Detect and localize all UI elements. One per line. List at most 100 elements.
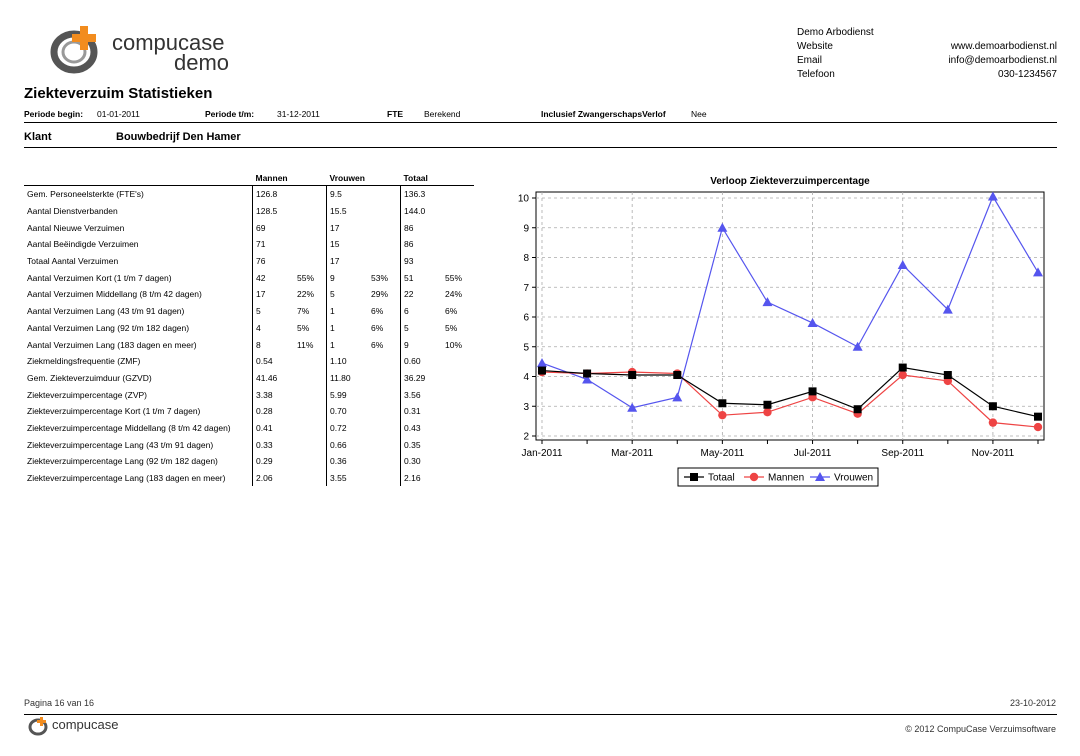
x-tick-label: Sep-2011 [881,448,924,459]
cell-v: 11.80 [326,369,368,387]
cell-t: 86 [400,236,442,253]
klant-name: Bouwbedrijf Den Hamer [116,131,241,143]
data-point-vrouwen [717,222,728,232]
divider-klant [24,147,1057,148]
cell-t: 2.16 [400,469,442,487]
cell-mp [294,436,327,453]
statistics-table: Mannen Vrouwen Totaal Gem. Personeelster… [24,171,474,487]
cell-m: 69 [252,219,294,237]
cell-vp [368,353,401,370]
y-tick-label: 8 [523,253,529,264]
cell-v: 17 [326,219,368,237]
cell-m: 42 [252,269,294,287]
cell-tp [442,236,474,253]
cell-vp: 6% [371,306,384,317]
footer-date: 23-10-2012 [1009,698,1056,708]
cell-v: 1.10 [326,352,368,370]
cell-m: 4 [252,319,294,337]
header-mannen: Mannen [255,173,288,183]
cell-mp: 5% [297,322,310,333]
website-value[interactable]: www.demoarbodienst.nl [951,40,1057,54]
cell-m: 126.8 [252,185,294,203]
cell-v: 0.36 [326,453,368,470]
cell-mp [294,219,327,236]
zwangerschapsverlof-value: Nee [691,109,707,119]
row-label: Aantal Verzuimen Lang (183 dagen en meer… [27,339,197,350]
cell-vp [368,203,401,220]
data-point-mannen [763,408,772,417]
legend-label-mannen: Mannen [768,473,804,484]
table-row: Aantal Verzuimen Kort (1 t/m 7 dagen) 42 5… [24,269,474,287]
data-point-totaal [583,369,592,378]
cell-v: 0.66 [326,436,368,453]
cell-vp [368,386,401,403]
y-tick-label: 2 [523,432,529,443]
data-point-totaal [718,399,727,408]
table-row: Aantal Verzuimen Middellang (8 t/m 42 da… [24,286,474,303]
row-label: Ziekteverzuimpercentage (ZVP) [27,389,147,400]
plot-frame [535,191,1045,441]
row-label: Aantal Dienstverbanden [27,206,118,217]
table-row: Ziekteverzuimpercentage Lang (92 t/m 182… [24,453,474,470]
cell-t: 0.43 [400,419,442,437]
cell-t: 22 [400,286,442,303]
header-pad [294,171,327,186]
data-point-mannen [898,370,907,380]
cell-v: 15 [326,236,368,253]
data-point-totaal [673,371,682,380]
table-row: Ziekteverzuimpercentage Middellang (8 t/… [24,419,474,437]
table-row: Aantal Verzuimen Lang (183 dagen en meer… [24,336,474,353]
data-point-mannen [988,418,998,427]
periode-tm-value: 31-12-2011 [277,109,320,119]
cell-m: 71 [252,236,294,253]
fte-label: FTE [387,109,404,119]
cell-v: 15.5 [326,202,368,220]
legend-marker-totaal [690,473,698,481]
cell-tp [442,453,474,470]
cell-tp: 24% [445,289,463,300]
legend-label-totaal: Totaal [708,473,735,484]
cell-tp: 6% [445,306,458,317]
y-tick-label: 10 [518,194,530,205]
x-tick-label: May-2011 [700,448,744,459]
logo-text-demo: demo [174,50,230,75]
fte-value: Berekend [424,109,461,119]
data-point-vrouwen [537,358,547,368]
cell-vp [368,370,401,387]
cell-v: 1 [326,302,368,320]
page-title: Ziekteverzuim Statistieken [24,85,213,102]
cell-t: 6 [400,302,442,320]
cell-v: 1 [326,319,368,337]
periode-begin-value: 01-01-2011 [97,109,140,119]
cell-tp [442,370,474,387]
cell-t: 93 [400,252,442,270]
cell-vp [368,219,401,236]
cell-mp [294,186,327,203]
data-point-vrouwen [897,259,908,269]
cell-tp [442,353,474,370]
cell-tp [442,186,474,203]
cell-tp [442,386,474,403]
y-tick-label: 3 [523,402,529,413]
table-row: Aantal Dienstverbanden 128.5 15.5 144.0 [24,202,474,220]
y-tick-label: 7 [523,283,529,294]
cell-t: 0.30 [400,453,442,470]
row-label: Aantal Verzuimen Lang (92 t/m 182 dagen) [27,322,190,333]
cell-mp [294,453,327,470]
x-tick-label: Mar-2011 [611,448,653,459]
cell-v: 9 [326,269,368,287]
data-point-totaal [898,363,907,372]
cell-v: 9.5 [326,185,368,203]
table-row: Aantal Verzuimen Lang (92 t/m 182 dagen)… [24,319,474,337]
klant-label: Klant [24,131,52,143]
footer-copyright: © 2012 CompuCase Verzuimsoftware [905,724,1056,734]
cell-m: 17 [252,286,294,303]
cell-t: 0.60 [400,352,442,370]
phone-label: Telefoon [797,69,835,80]
email-value[interactable]: info@demoarbodienst.nl [948,54,1057,68]
cell-t: 9 [400,336,442,353]
data-point-totaal [853,405,862,414]
cell-m: 8 [252,336,294,353]
cell-m: 76 [252,252,294,270]
row-label: Ziekmeldingsfrequentie (ZMF) [27,356,141,367]
